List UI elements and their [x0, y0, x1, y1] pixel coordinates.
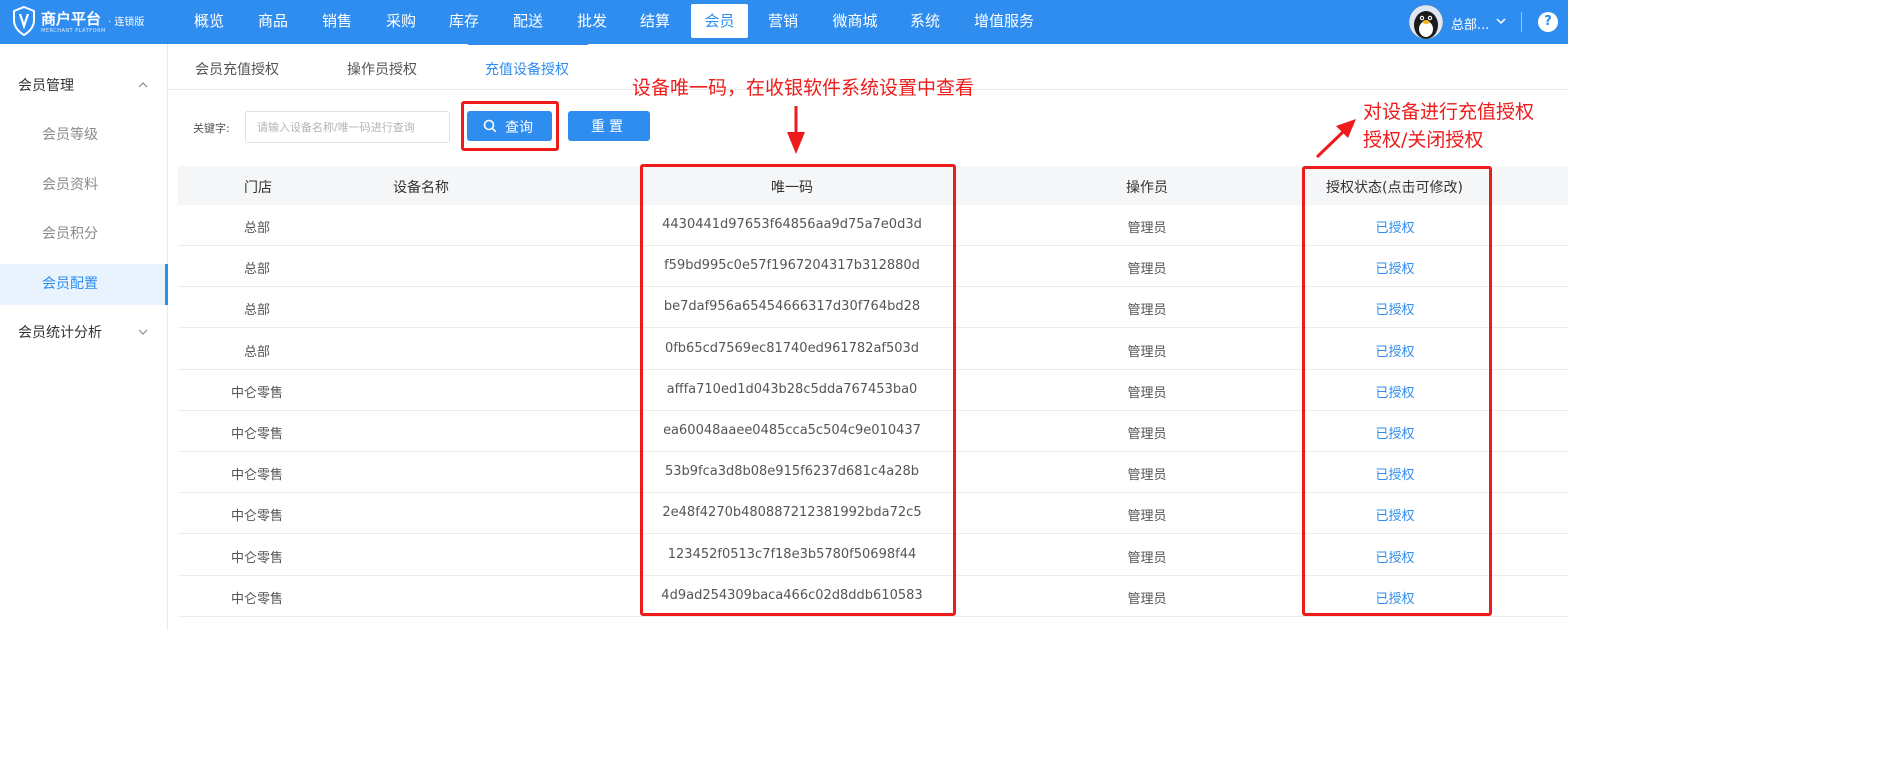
brand-logo[interactable]: 商户平台 · 连锁版 MERCHANT PLATFORM — [12, 5, 152, 39]
sidebar-item-member-points[interactable]: 会员积分 — [0, 214, 168, 255]
sidebar-item-member-config[interactable]: 会员配置 — [0, 264, 168, 305]
cell-store: 总部 — [243, 303, 271, 319]
sidebar-item-member-profile[interactable]: 会员资料 — [0, 165, 168, 206]
unique-code-highlight — [640, 164, 956, 616]
chevron-down-icon[interactable] — [1495, 14, 1507, 28]
column-header-store: 门店 — [244, 180, 272, 196]
divider — [1521, 12, 1522, 32]
nav-value-added[interactable]: 增值服务 — [970, 4, 1038, 38]
cell-operator: 管理员 — [1127, 427, 1167, 442]
brand-title: 商户平台 — [41, 10, 102, 28]
cell-operator: 管理员 — [1127, 550, 1167, 566]
brand-badge: · 连锁版 — [108, 17, 145, 28]
nav-member[interactable]: 会员 — [691, 4, 748, 38]
tab-operator-auth[interactable]: 操作员授权 — [347, 59, 417, 79]
cell-operator: 管理员 — [1127, 221, 1167, 236]
nav-wholesale[interactable]: 批发 — [571, 4, 613, 38]
diagonal-arrow-icon — [1315, 119, 1356, 159]
cell-operator: 管理员 — [1127, 468, 1167, 484]
keyword-search-input[interactable] — [245, 111, 450, 143]
reset-button[interactable]: 重置 — [568, 111, 650, 141]
cell-store: 中仑零售 — [230, 385, 284, 401]
cell-store: 中仑零售 — [230, 427, 284, 442]
cell-operator: 管理员 — [1127, 344, 1167, 360]
nav-marketing[interactable]: 营销 — [762, 4, 804, 38]
cell-operator: 管理员 — [1127, 262, 1167, 278]
nav-goods[interactable]: 商品 — [252, 4, 294, 38]
shield-logo-icon — [13, 6, 35, 36]
cell-operator: 管理员 — [1127, 303, 1167, 319]
cell-operator: 管理员 — [1127, 509, 1167, 525]
sidebar-group-label: 会员管理 — [18, 78, 74, 94]
nav-micro-mall[interactable]: 微商城 — [826, 4, 884, 38]
tab-member-recharge-auth[interactable]: 会员充值授权 — [195, 59, 279, 79]
chevron-down-icon — [138, 329, 148, 335]
cell-store: 总部 — [243, 344, 271, 360]
column-header-device-name: 设备名称 — [393, 180, 449, 196]
cell-store: 中仑零售 — [230, 509, 284, 525]
cell-store: 中仑零售 — [230, 468, 284, 484]
cell-operator: 管理员 — [1127, 591, 1167, 607]
nav-inventory[interactable]: 库存 — [443, 4, 485, 38]
cell-store: 总部 — [243, 262, 271, 278]
cell-store: 总部 — [243, 221, 271, 236]
cell-store: 中仑零售 — [230, 550, 284, 566]
nav-settlement[interactable]: 结算 — [634, 4, 676, 38]
auth-annotation-line2: 授权/关闭授权 — [1363, 129, 1484, 151]
sidebar-group-member-management[interactable]: 会员管理 — [0, 66, 168, 106]
cell-store: 中仑零售 — [230, 591, 284, 607]
cell-operator: 管理员 — [1127, 385, 1167, 401]
sidebar: 会员管理 会员等级 会员资料 会员积分 会员配置 会员统计分析 — [0, 44, 168, 630]
avatar[interactable] — [1409, 5, 1443, 39]
nav-distribution[interactable]: 配送 — [507, 4, 549, 38]
sidebar-group-label: 会员统计分析 — [18, 325, 102, 341]
brand-subtitle: MERCHANT PLATFORM — [41, 28, 106, 34]
nav-system[interactable]: 系统 — [904, 4, 946, 38]
nav-overview[interactable]: 概览 — [188, 4, 230, 38]
search-button-highlight — [461, 101, 559, 151]
nav-purchase[interactable]: 采购 — [380, 4, 422, 38]
column-header-operator: 操作员 — [1126, 180, 1168, 196]
keyword-label: 关键字: — [193, 122, 230, 135]
help-icon[interactable]: ? — [1538, 12, 1558, 32]
active-tab-indicator — [468, 43, 588, 45]
chevron-up-icon — [138, 82, 148, 88]
sidebar-group-member-statistics[interactable]: 会员统计分析 — [0, 313, 168, 353]
sidebar-item-member-level[interactable]: 会员等级 — [0, 115, 168, 156]
nav-sales[interactable]: 销售 — [316, 4, 358, 38]
auth-status-highlight — [1302, 166, 1492, 616]
user-name[interactable]: 总部... — [1451, 14, 1489, 33]
tab-recharge-device-auth[interactable]: 充值设备授权 — [485, 59, 569, 79]
penguin-avatar-icon — [1409, 5, 1443, 39]
auth-annotation-line1: 对设备进行充值授权 — [1363, 101, 1535, 123]
top-navigation-bar: 商户平台 · 连锁版 MERCHANT PLATFORM 概览 商品 销售 采购… — [0, 0, 1568, 44]
down-arrow-icon — [787, 106, 805, 154]
unique-code-annotation: 设备唯一码，在收银软件系统设置中查看 — [632, 77, 975, 99]
